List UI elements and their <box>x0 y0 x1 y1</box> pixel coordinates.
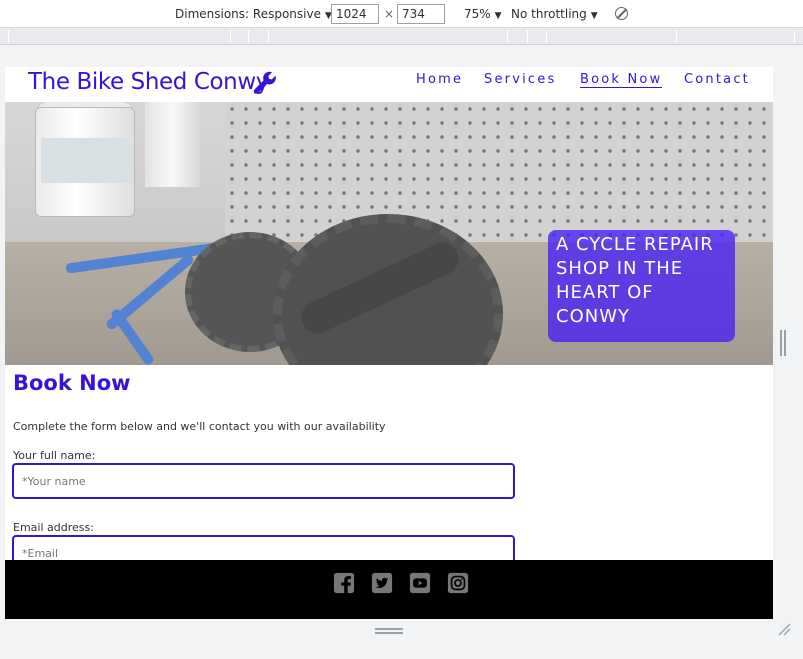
media-query-ruler <box>0 28 803 45</box>
rotate-icon[interactable] <box>615 7 628 20</box>
dimensions-label: Dimensions: Responsive <box>175 7 321 21</box>
youtube-icon[interactable] <box>409 572 431 594</box>
nav-services[interactable]: Services <box>484 72 556 87</box>
name-label: Your full name: <box>13 449 96 462</box>
throttling-label: No throttling <box>511 7 587 21</box>
height-input[interactable]: 734 <box>397 4 445 24</box>
nav-book-now[interactable]: Book Now <box>580 72 663 88</box>
width-input[interactable]: 1024 <box>331 4 379 24</box>
throttling-dropdown[interactable]: No throttling ▼ <box>511 7 598 21</box>
dimensions-dropdown[interactable]: Dimensions: Responsive ▼ <box>175 7 332 21</box>
site-header: The Bike Shed Conwy Home Services Book N… <box>5 67 773 102</box>
intro-text: Complete the form below and we'll contac… <box>13 420 386 433</box>
zoom-label: 75% <box>464 7 491 21</box>
bottom-resize-handle[interactable] <box>375 628 403 634</box>
side-resize-handle[interactable] <box>780 330 786 356</box>
brand-logo-link[interactable]: The Bike Shed Conwy <box>28 69 269 95</box>
wrench-icon <box>253 71 276 94</box>
chevron-down-icon: ▼ <box>590 11 598 21</box>
times-separator: × <box>384 7 395 21</box>
devtools-device-toolbar: Dimensions: Responsive ▼ 1024 × 734 75% ▼ … <box>0 0 803 28</box>
page-title: Book Now <box>13 371 131 395</box>
site-footer <box>5 560 773 619</box>
nav-contact[interactable]: Contact <box>684 72 750 87</box>
name-field[interactable] <box>12 463 515 499</box>
twitter-icon[interactable] <box>371 572 393 594</box>
chevron-down-icon: ▼ <box>494 11 502 21</box>
facebook-icon[interactable] <box>333 572 355 594</box>
email-label: Email address: <box>13 521 94 534</box>
zoom-dropdown[interactable]: 75% ▼ <box>464 7 502 21</box>
hero-image: A CYCLE REPAIR SHOP IN THE HEART OF CONW… <box>5 102 773 365</box>
page-viewport: The Bike Shed Conwy Home Services Book N… <box>5 67 773 619</box>
instagram-icon[interactable] <box>447 572 469 594</box>
nav-home[interactable]: Home <box>416 72 463 87</box>
corner-resize-icon[interactable] <box>777 622 791 636</box>
hero-tagline: A CYCLE REPAIR SHOP IN THE HEART OF CONW… <box>548 230 735 342</box>
